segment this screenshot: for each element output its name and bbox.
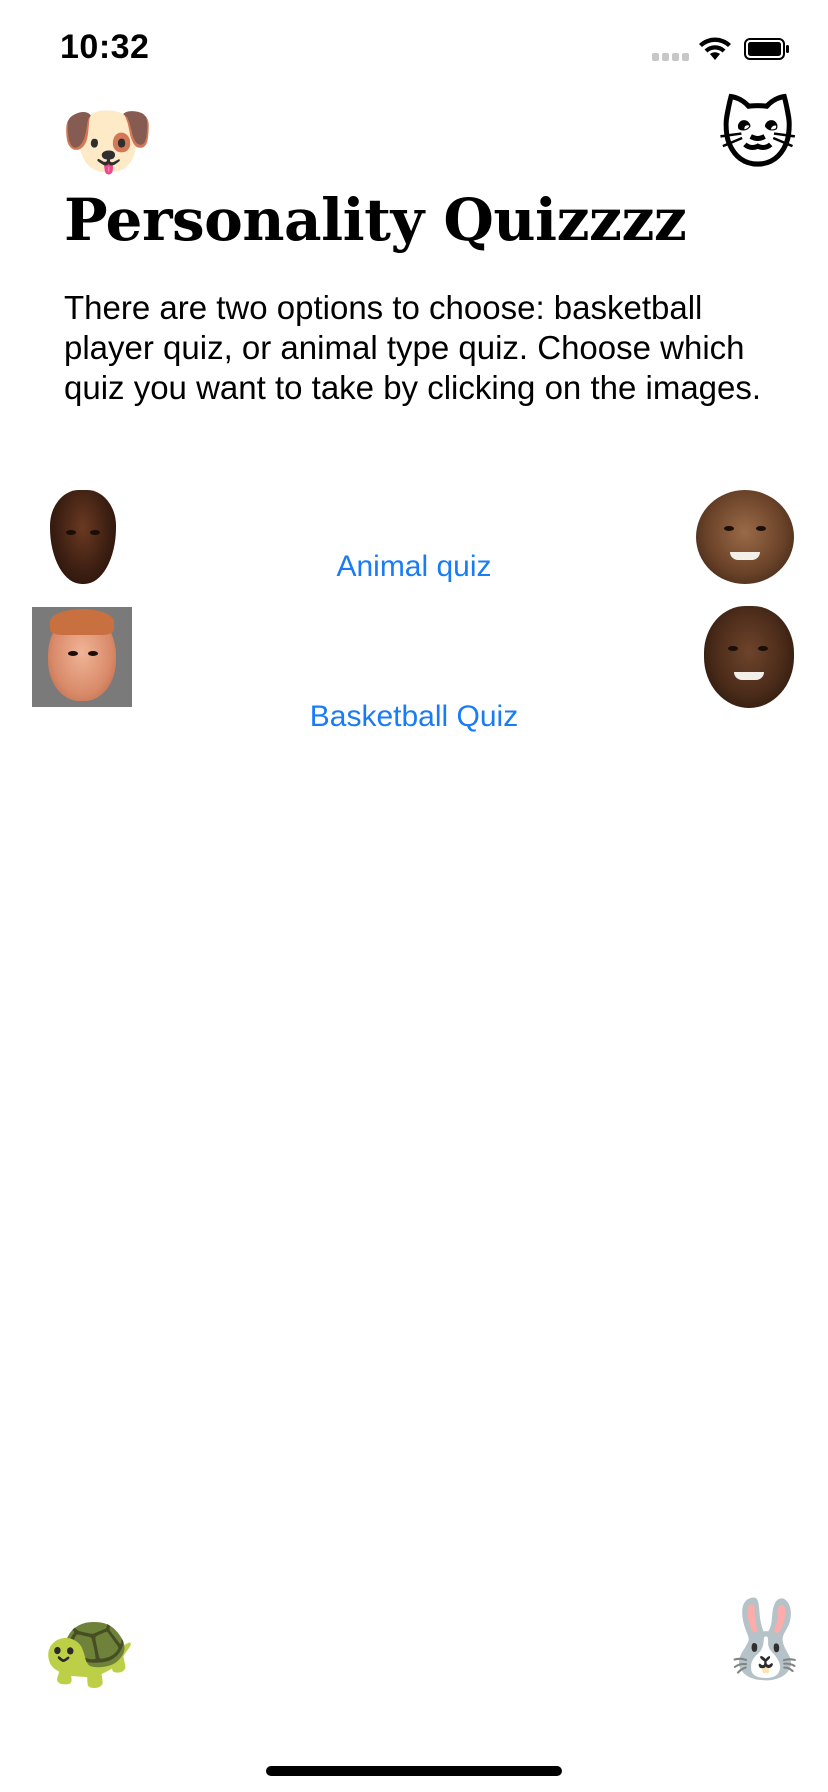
home-indicator[interactable] [266, 1766, 562, 1776]
battery-icon [744, 38, 789, 60]
page-title: Personality Quizzzz [64, 186, 687, 254]
animal-quiz-button[interactable]: Animal quiz [214, 550, 614, 584]
player-image-middle-left[interactable] [32, 607, 132, 707]
signal-dots-icon [652, 53, 692, 61]
wifi-icon [699, 37, 731, 60]
player-image-middle-right[interactable] [704, 606, 794, 708]
turtle-emoji-icon: 🐢 [42, 1607, 137, 1692]
status-time: 10:32 [60, 28, 150, 66]
dog-emoji-icon: 🐶 [60, 99, 155, 184]
quiz-description: There are two options to choose: basketb… [64, 289, 762, 406]
player-image-top-left[interactable] [50, 490, 116, 584]
cat-emoji-icon: 🐱 [718, 93, 798, 178]
rabbit-emoji-icon: 🐰 [718, 1597, 813, 1682]
player-image-top-right[interactable] [696, 490, 794, 584]
basketball-quiz-button[interactable]: Basketball Quiz [214, 700, 614, 734]
